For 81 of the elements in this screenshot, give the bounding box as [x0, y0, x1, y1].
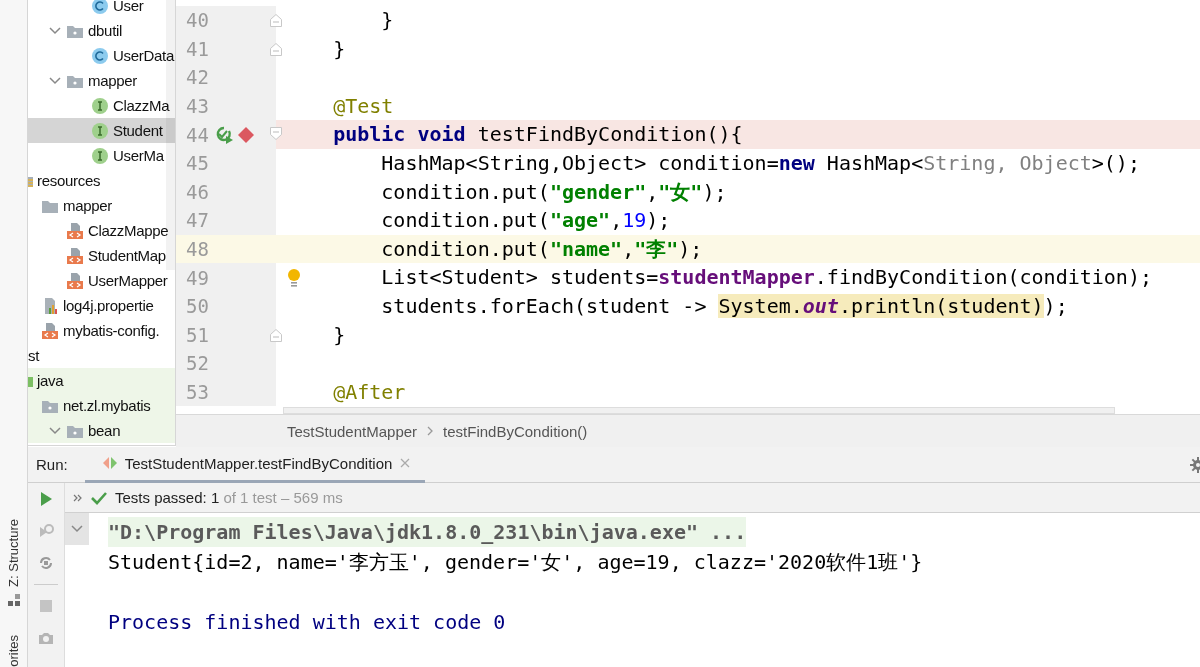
code-line: condition.put("age",19);	[380, 207, 672, 235]
line-number: 40	[185, 9, 210, 32]
line-number: 42	[185, 66, 210, 89]
favorites-tab[interactable]: orites	[6, 635, 21, 667]
tree-item[interactable]: st	[28, 343, 175, 368]
toggle-auto-test-icon[interactable]	[37, 554, 55, 572]
line-number: 53	[185, 381, 210, 403]
line-number: 51	[185, 323, 210, 346]
xml-file-icon	[41, 321, 59, 340]
code-line: }	[332, 35, 347, 63]
breadcrumb[interactable]: testFindByCondition()	[443, 422, 588, 440]
chevron-down-icon	[71, 525, 83, 533]
line-number: 44	[185, 123, 210, 146]
code-line: condition.put("gender","女");	[380, 178, 728, 206]
structure-tab[interactable]: Z: Structure	[6, 519, 21, 588]
interface-icon	[91, 146, 109, 165]
console-command: "D:\Program Files\Java\jdk1.8.0_231\bin\java.exe" ...	[108, 517, 747, 547]
tree-item[interactable]: resources	[28, 168, 175, 193]
tests-passed-status: Tests passed: 1 of 1 test – 569 ms	[115, 489, 343, 506]
horizontal-scrollbar[interactable]	[283, 407, 1115, 414]
interface-icon	[91, 121, 109, 140]
console-line: Student{id=2, name='李方玉', gender='女', age=19, clazz='2020软件1班'}	[108, 549, 923, 576]
resources-folder-icon	[28, 174, 33, 187]
breadcrumb[interactable]: TestStudentMapper	[287, 422, 418, 440]
run-label: Run:	[36, 456, 68, 473]
tree-item[interactable]: dbutil	[28, 18, 175, 43]
code-line: }	[380, 7, 395, 34]
tree-item[interactable]: java	[28, 368, 175, 393]
console-line: Process finished with exit code 0	[108, 609, 506, 636]
tree-item[interactable]: User	[28, 0, 175, 18]
tree-item[interactable]: mapper	[28, 193, 175, 218]
tree-item[interactable]: StudentMap	[28, 243, 175, 268]
class-icon	[91, 46, 109, 65]
line-number: 45	[185, 152, 210, 175]
code-line: students.forEach(student -> System.out.println(student));	[380, 292, 1069, 320]
code-line: @After	[332, 378, 407, 406]
chevron-right-icon	[426, 425, 435, 437]
tree-item[interactable]: net.zl.mybatis	[28, 393, 175, 418]
lightbulb-icon[interactable]	[287, 268, 301, 289]
class-icon	[91, 0, 109, 15]
code-line: }	[332, 321, 347, 349]
structure-icon	[6, 593, 21, 608]
code-line: HashMap<String,Object> condition=new HashMap<String, Object>();	[380, 149, 1141, 177]
line-number: 41	[185, 37, 210, 60]
line-number: 43	[185, 95, 210, 118]
xml-file-icon	[66, 271, 84, 290]
line-number: 47	[185, 209, 210, 232]
interface-icon	[91, 96, 109, 115]
run-test-icon[interactable]	[214, 124, 234, 145]
line-number: 48	[185, 238, 210, 261]
fold-marker-icon[interactable]	[269, 40, 283, 57]
tree-item[interactable]: UserMa	[28, 143, 175, 168]
code-line: @Test	[332, 92, 395, 120]
code-line: List<Student> students=studentMapper.findByCondition(condition);	[276, 263, 1200, 292]
fold-button[interactable]	[65, 513, 89, 545]
line-number: 52	[185, 352, 210, 375]
stop-icon[interactable]	[37, 597, 55, 615]
xml-file-icon	[66, 246, 84, 265]
tree-item[interactable]: bean	[28, 418, 175, 443]
breakpoint-icon[interactable]	[237, 125, 255, 144]
fold-marker-icon[interactable]	[269, 12, 283, 28]
tree-item[interactable]: mybatis-config.	[28, 318, 175, 343]
tree-item[interactable]: UserMapper	[28, 268, 175, 293]
tree-item[interactable]: ClazzMappe	[28, 218, 175, 243]
line-number: 49	[185, 266, 210, 289]
tree-item[interactable]: mapper	[28, 68, 175, 93]
rerun-failed-icon[interactable]	[37, 522, 55, 540]
fold-marker-icon[interactable]	[269, 126, 283, 143]
tree-item[interactable]: UserData	[28, 43, 175, 68]
xml-file-icon	[66, 221, 84, 240]
test-class-icon	[101, 455, 118, 471]
check-icon	[91, 490, 107, 505]
expand-icon[interactable]	[73, 492, 83, 503]
fold-marker-icon[interactable]	[269, 326, 283, 343]
line-number: 46	[185, 180, 210, 203]
tree-item-selected[interactable]: Student	[28, 118, 175, 143]
tree-item[interactable]: ClazzMa	[28, 93, 175, 118]
code-line: condition.put("name","李");	[380, 235, 704, 263]
tree-item[interactable]: log4j.propertie	[28, 293, 175, 318]
line-number: 50	[185, 295, 210, 318]
close-icon[interactable]	[399, 457, 412, 469]
